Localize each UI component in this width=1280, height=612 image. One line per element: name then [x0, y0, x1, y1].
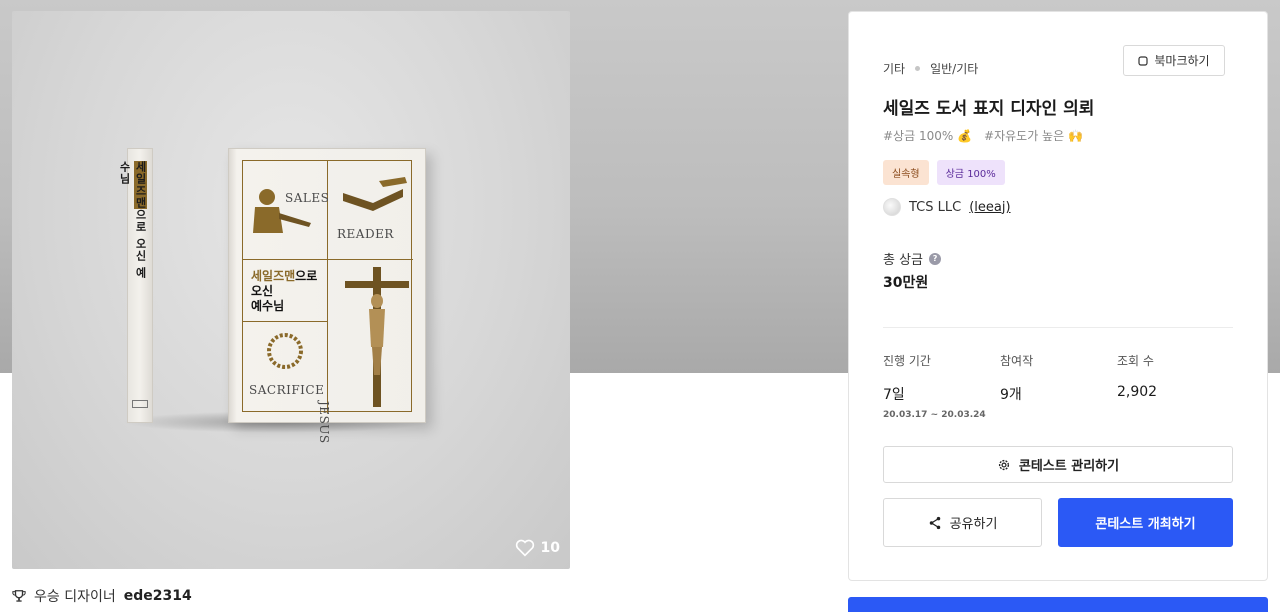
- host-info: TCS LLC (leeaj): [883, 198, 1011, 216]
- stat-entries: 참여작 9개: [1000, 354, 1034, 403]
- cover-word-sacrifice: SACRIFICE: [249, 383, 325, 397]
- sticky-cta-bar[interactable]: [848, 597, 1268, 612]
- gear-icon: [998, 459, 1009, 470]
- host-handle-link[interactable]: (leeaj): [969, 200, 1010, 215]
- stat-views: 조회 수 2,902: [1117, 354, 1158, 400]
- spine-publisher-mark: [132, 400, 148, 408]
- cover-word-sales: SALES: [285, 191, 330, 205]
- bookmark-button[interactable]: 북마크하기: [1123, 45, 1225, 76]
- cover-word-reader: READER: [337, 227, 394, 241]
- crucifix-illustration: [345, 267, 409, 407]
- hashtag[interactable]: #자유도가 높은 🙌: [984, 127, 1083, 144]
- breadcrumb-category[interactable]: 기타: [883, 60, 905, 77]
- winner-name[interactable]: ede2314: [124, 588, 192, 604]
- like-count: 10: [540, 540, 560, 556]
- total-prize-value: 30만원: [883, 275, 929, 291]
- cover-divider: [327, 259, 413, 260]
- trophy-icon: [12, 590, 26, 602]
- cover-frame: SALES READER 세일즈맨으로 오신 예수님 SACRIFICE JES…: [242, 160, 413, 444]
- breadcrumb: 기타 일반/기타: [883, 60, 978, 77]
- contest-info-panel: 기타 일반/기타 북마크하기 세일즈 도서 표지 디자인 의뢰 #상금 100%…: [848, 11, 1268, 581]
- winner-label: 우승 디자이너: [34, 589, 116, 605]
- open-book-illustration: [343, 177, 407, 211]
- share-icon: [929, 516, 940, 529]
- contest-image[interactable]: 세일즈맨으로 오신 예수님 SALES READER 세일즈맨으로 오신 예수님…: [12, 11, 570, 569]
- prize-badge: 상금 100%: [936, 160, 1005, 185]
- winner-info: 우승 디자이너 ede2314: [12, 586, 192, 606]
- period-range: 20.03.17 ~ 20.03.24: [883, 410, 986, 420]
- cover-title: 세일즈맨으로 오신 예수님: [251, 269, 318, 313]
- total-prize-label: 총 상금 ?: [883, 249, 942, 268]
- book-spine: 세일즈맨으로 오신 예수님: [118, 148, 153, 423]
- cover-word-jesus: JESUS: [317, 401, 331, 444]
- like-button[interactable]: 10: [515, 539, 560, 557]
- heart-icon: [515, 539, 534, 557]
- help-icon[interactable]: ?: [929, 252, 942, 265]
- breadcrumb-separator: [915, 66, 921, 71]
- cover-divider: [243, 321, 327, 322]
- bookmark-label: 북마크하기: [1154, 54, 1210, 68]
- badges: 실속형 상금 100%: [883, 160, 1005, 185]
- manage-contest-button[interactable]: 콘테스트 관리하기: [883, 446, 1233, 483]
- share-button[interactable]: 공유하기: [883, 498, 1042, 547]
- plan-badge: 실속형: [883, 160, 929, 185]
- host-name: TCS LLC: [909, 199, 962, 215]
- crown-of-thorns-illustration: [267, 333, 303, 369]
- spine-title: 세일즈맨으로 오신 예수님: [118, 161, 147, 279]
- hashtag[interactable]: #상금 100% 💰: [883, 127, 972, 144]
- cover-divider: [243, 259, 327, 260]
- divider: [883, 327, 1233, 328]
- host-contest-button[interactable]: 콘테스트 개최하기: [1058, 498, 1233, 547]
- stat-period: 진행 기간 7일 20.03.17 ~ 20.03.24: [883, 354, 986, 420]
- breadcrumb-subcategory[interactable]: 일반/기타: [930, 60, 978, 77]
- bookmark-icon: [1138, 55, 1148, 66]
- book-cover: SALES READER 세일즈맨으로 오신 예수님 SACRIFICE JES…: [228, 148, 426, 444]
- avatar: [883, 198, 901, 216]
- hashtags: #상금 100% 💰 #자유도가 높은 🙌: [883, 127, 1083, 144]
- page-title: 세일즈 도서 표지 디자인 의뢰: [883, 99, 1095, 119]
